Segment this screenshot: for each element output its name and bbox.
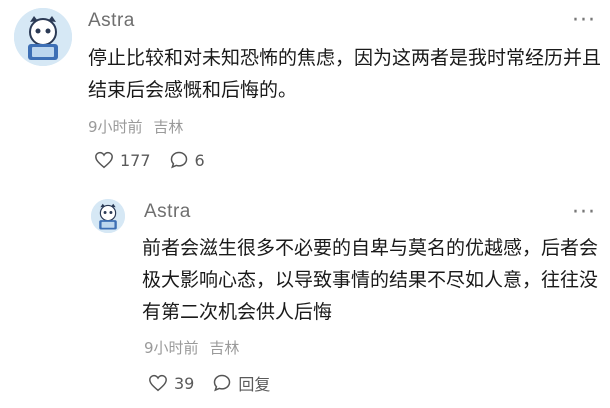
reply-text: 前者会滋生很多不必要的自卑与莫名的优越感，后者会极大影响心态，以导致事情的结果不… (142, 237, 599, 323)
like-button[interactable]: 39 (148, 374, 194, 393)
more-dots-icon[interactable]: ··· (572, 202, 596, 224)
username[interactable]: Astra (144, 201, 191, 223)
reply-meta: 9小时前 吉林 (144, 337, 239, 358)
reply-actions: 39 回复 (148, 371, 288, 395)
reply-time: 9小时前 (144, 339, 199, 357)
avatar[interactable] (91, 199, 125, 233)
comment-bubble-icon (214, 374, 231, 392)
heart-icon (149, 374, 167, 392)
reply-location: 吉林 (209, 339, 240, 357)
reply-button[interactable]: 回复 (212, 371, 270, 395)
like-count: 39 (174, 373, 195, 393)
reply-item: Astra ··· 前者会滋生很多不必要的自卑与莫名的优越感，后者会极大影响心态… (0, 0, 610, 408)
reply-label: 回复 (238, 375, 271, 394)
